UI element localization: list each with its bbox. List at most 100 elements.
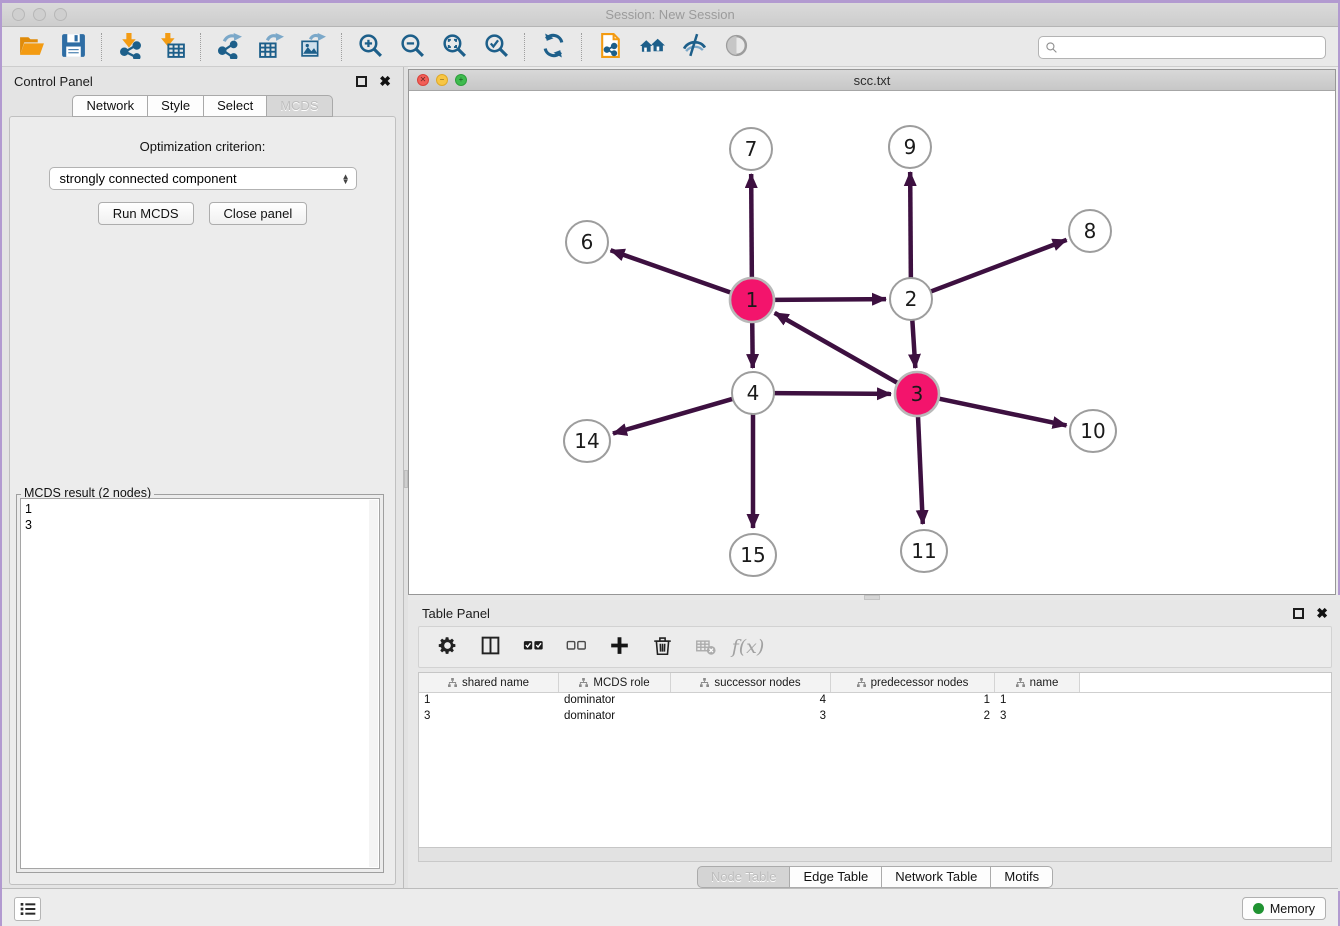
tab-style[interactable]: Style — [148, 95, 204, 117]
table-scroll-band[interactable] — [418, 848, 1332, 862]
zoom-fit-button[interactable] — [433, 31, 475, 63]
control-panel-tabs: NetworkStyleSelectMCDS — [2, 95, 403, 117]
table-row[interactable]: 3dominator323 — [419, 709, 1331, 725]
tab-motifs[interactable]: Motifs — [991, 866, 1053, 888]
run-mcds-button[interactable]: Run MCDS — [98, 202, 194, 225]
edge-3-10[interactable] — [939, 399, 1067, 426]
float-panel-icon[interactable] — [356, 76, 367, 87]
add-entry-button[interactable] — [607, 635, 631, 659]
edge-2-3[interactable] — [912, 320, 915, 368]
table-row[interactable]: 1dominator411 — [419, 693, 1331, 709]
table-cell[interactable]: 3 — [995, 709, 1080, 725]
edge-3-11[interactable] — [918, 416, 923, 524]
column-header-successor-nodes[interactable]: successor nodes — [671, 673, 831, 692]
column-header-name[interactable]: name — [995, 673, 1080, 692]
network-canvas[interactable]: 7968124314101511 — [409, 91, 1335, 594]
node-label: 4 — [747, 381, 760, 405]
column-layout-button[interactable] — [478, 635, 502, 659]
delete-table-icon — [695, 635, 716, 659]
table-cell[interactable]: dominator — [559, 709, 671, 725]
close-panel-icon[interactable]: ✖ — [379, 74, 391, 88]
main-titlebar: Session: New Session — [2, 3, 1338, 27]
select-all-button[interactable] — [521, 635, 545, 659]
edge-1-7[interactable] — [751, 174, 752, 278]
export-table-button[interactable] — [250, 31, 292, 63]
toolbar-separator — [341, 33, 342, 61]
column-label: shared name — [462, 677, 529, 689]
node-label: 1 — [746, 288, 759, 312]
tab-network[interactable]: Network — [72, 95, 148, 117]
edge-2-9[interactable] — [910, 172, 911, 278]
result-scrollbar[interactable] — [369, 500, 378, 867]
main-toolbar — [2, 27, 1338, 67]
save-session-button[interactable] — [52, 31, 94, 63]
refresh-layout-button[interactable] — [532, 31, 574, 63]
toolbar-separator — [524, 33, 525, 61]
tab-network-table[interactable]: Network Table — [882, 866, 991, 888]
table-cell[interactable]: 3 — [419, 709, 559, 725]
table-cell[interactable]: 4 — [671, 693, 831, 709]
import-table-button[interactable] — [151, 31, 193, 63]
import-network-button[interactable] — [109, 31, 151, 63]
edge-1-6[interactable] — [611, 250, 732, 292]
column-header-predecessor-nodes[interactable]: predecessor nodes — [831, 673, 995, 692]
column-header-MCDS-role[interactable]: MCDS role — [559, 673, 671, 692]
zoom-selected-button[interactable] — [475, 31, 517, 63]
export-network-button[interactable] — [208, 31, 250, 63]
search-box — [1038, 36, 1326, 59]
edge-1-2[interactable] — [774, 299, 886, 300]
table-header-row: shared name MCDS rolesuccessor nodes prede… — [419, 673, 1331, 693]
network-graph: 7968124314101511 — [409, 91, 1335, 594]
node-label: 11 — [911, 539, 936, 563]
table-cell[interactable]: dominator — [559, 693, 671, 709]
first-neighbors-button[interactable] — [631, 31, 673, 63]
tab-mcds[interactable]: MCDS — [267, 95, 332, 117]
zoom-in-icon — [357, 32, 384, 62]
table-cell[interactable]: 1 — [995, 693, 1080, 709]
table-toolbar: f(x) — [418, 626, 1332, 668]
column-label: predecessor nodes — [871, 677, 969, 689]
open-session-button[interactable] — [10, 31, 52, 63]
table-cell[interactable]: 1 — [831, 693, 995, 709]
memory-button[interactable]: Memory — [1242, 897, 1326, 920]
application-window: Session: New Session Control Panel ✖ Net… — [0, 0, 1340, 926]
node-label: 15 — [740, 543, 765, 567]
table-cell[interactable]: 3 — [671, 709, 831, 725]
edge-4-3[interactable] — [774, 393, 891, 394]
edge-3-1[interactable] — [775, 313, 898, 383]
sort-icon — [579, 678, 588, 687]
tab-edge-table[interactable]: Edge Table — [790, 866, 882, 888]
optimization-criterion-select[interactable]: strongly connected component ▲▼ — [49, 167, 357, 190]
node-table: shared name MCDS rolesuccessor nodes prede… — [418, 672, 1332, 848]
mcds-result-text[interactable]: 13 — [20, 498, 380, 869]
search-input[interactable] — [1058, 37, 1325, 58]
table-cell[interactable]: 2 — [831, 709, 995, 725]
edge-4-14[interactable] — [613, 399, 733, 434]
import-network-icon — [117, 32, 144, 62]
zoom-out-button[interactable] — [391, 31, 433, 63]
close-panel-icon[interactable]: ✖ — [1316, 606, 1328, 620]
tab-select[interactable]: Select — [204, 95, 267, 117]
sort-icon — [700, 678, 709, 687]
session-title: Session: New Session — [2, 7, 1338, 22]
column-header-shared-name[interactable]: shared name — [419, 673, 559, 692]
show-graphics-button[interactable] — [715, 31, 757, 63]
delete-entry-button[interactable] — [650, 635, 674, 659]
export-table-icon — [258, 32, 285, 62]
show-graphics-icon — [723, 32, 750, 62]
export-image-button[interactable] — [292, 31, 334, 63]
clone-network-button[interactable] — [589, 31, 631, 63]
hide-graphics-button[interactable] — [673, 31, 715, 63]
settings-gear-button[interactable] — [435, 635, 459, 659]
edge-2-8[interactable] — [931, 240, 1067, 292]
zoom-in-button[interactable] — [349, 31, 391, 63]
task-history-button[interactable] — [14, 897, 41, 921]
node-label: 9 — [904, 135, 917, 159]
table-panel-header: Table Panel ✖ — [408, 600, 1340, 626]
float-panel-icon[interactable] — [1293, 608, 1304, 619]
close-panel-button[interactable]: Close panel — [209, 202, 308, 225]
deselect-all-button[interactable] — [564, 635, 588, 659]
table-cell[interactable]: 1 — [419, 693, 559, 709]
toolbar-separator — [101, 33, 102, 61]
tab-node-table[interactable]: Node Table — [697, 866, 791, 888]
